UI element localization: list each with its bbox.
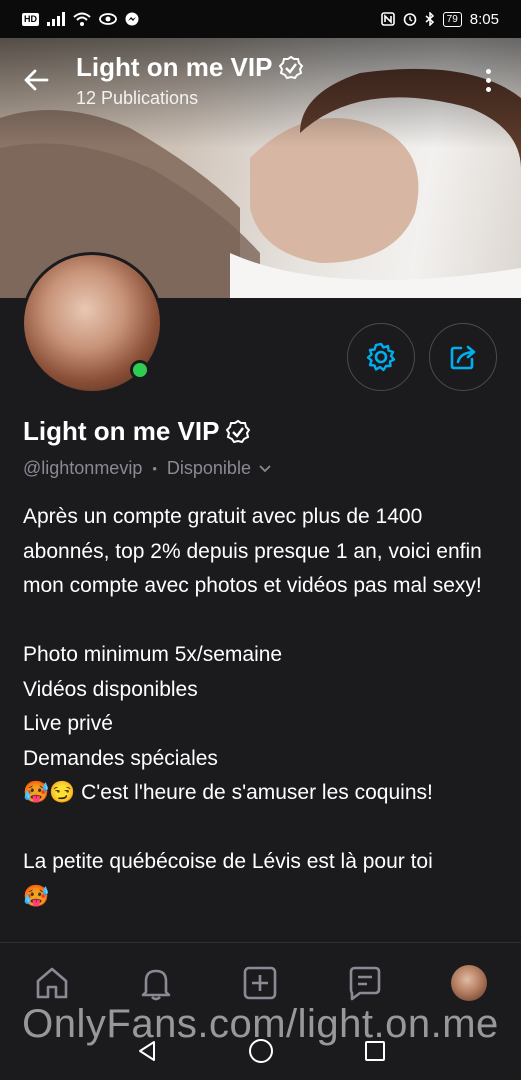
settings-button[interactable] — [347, 323, 415, 391]
verified-icon — [226, 419, 251, 443]
profile-name-text: Light on me VIP — [23, 416, 220, 446]
tab-profile[interactable] — [444, 958, 494, 1008]
messages-icon — [349, 966, 380, 1001]
signal-icon — [47, 12, 65, 26]
profile-avatar-small — [450, 965, 487, 1001]
alarm-icon — [403, 13, 416, 26]
tab-home[interactable] — [27, 958, 77, 1008]
eye-icon — [99, 13, 117, 25]
bell-icon — [141, 969, 171, 1001]
bluetooth-icon — [425, 12, 434, 26]
availability-dropdown[interactable]: Disponible — [167, 458, 271, 479]
status-time: 8:05 — [469, 10, 499, 28]
more-dot-icon — [485, 68, 491, 74]
separator-dot: • — [152, 461, 157, 476]
share-button[interactable] — [429, 323, 497, 391]
battery-icon: 79 — [442, 11, 462, 27]
add-post-icon — [244, 966, 277, 1000]
tab-messages[interactable] — [340, 958, 390, 1008]
back-button[interactable] — [18, 62, 54, 98]
status-left: HD — [22, 12, 139, 26]
header-title-text: Light on me VIP — [76, 52, 273, 82]
nfc-icon — [380, 12, 395, 26]
back-arrow-icon — [24, 69, 49, 91]
more-options-button[interactable] — [476, 64, 500, 96]
messenger-icon — [125, 12, 139, 26]
more-dot-icon — [485, 86, 491, 92]
watermark-text: OnlyFans.com/light.on.me — [22, 1002, 499, 1046]
share-icon — [450, 345, 476, 370]
chevron-down-icon — [259, 464, 271, 472]
profile-name: Light on me VIP — [23, 416, 251, 447]
status-bar: HD 79 8:05 — [0, 0, 521, 38]
tab-notifications[interactable] — [131, 958, 181, 1008]
more-dot-icon — [485, 77, 491, 83]
wifi-icon — [73, 12, 91, 26]
status-right: 79 8:05 — [380, 10, 499, 28]
hd-icon: HD — [22, 12, 39, 26]
gear-icon — [366, 342, 396, 372]
tab-add-post[interactable] — [235, 958, 285, 1008]
header-title: Light on me VIP — [76, 52, 304, 83]
verified-icon — [279, 55, 304, 79]
online-status-dot — [130, 360, 150, 380]
handle-row: @lightonmevip • Disponible — [23, 458, 271, 479]
profile-bio: Après un compte gratuit avec plus de 140… — [23, 505, 482, 908]
battery-level: 79 — [446, 13, 458, 25]
availability-label: Disponible — [166, 458, 251, 478]
publications-count: 12 Publications — [76, 88, 199, 108]
profile-handle: @lightonmevip — [23, 458, 143, 478]
home-icon — [36, 967, 68, 999]
